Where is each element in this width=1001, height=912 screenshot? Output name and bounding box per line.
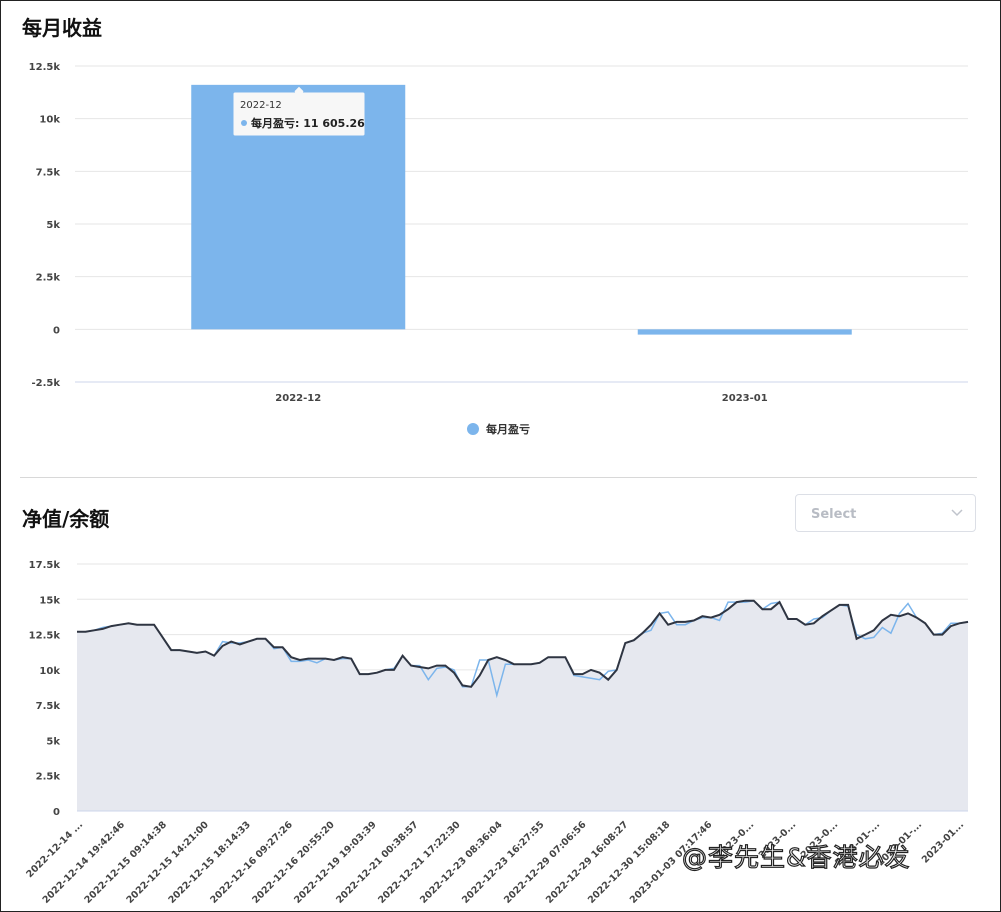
y-tick-label: 2.5k	[36, 772, 61, 783]
y-tick-label: 2.5k	[36, 273, 61, 284]
legend-marker	[467, 423, 479, 435]
x-tick-label: 2022-12-23 16:27:55	[460, 819, 547, 906]
tooltip-joint	[295, 91, 303, 94]
y-tick-label: 0	[53, 807, 60, 818]
account-select[interactable]: Select	[795, 494, 976, 532]
x-tick-label: 2022-12-29 07:06:56	[502, 819, 589, 906]
x-tick-label: 2022-12-16 09:27:26	[208, 819, 295, 906]
y-tick-label: 10k	[39, 115, 60, 126]
x-tick-label: 2022-12-14 19:42:46	[41, 819, 128, 906]
y-tick-label: 0	[53, 325, 60, 336]
section-divider	[20, 477, 977, 478]
y-tick-label: 5k	[46, 220, 60, 231]
monthly-profit-chart[interactable]: 12.5k 10k 7.5k 5k 2.5k 0 -2.5k 2022-12 2023-01 每月…	[0, 40, 1001, 450]
y-tick-label: 10k	[39, 666, 60, 677]
y-tick-label: -2.5k	[31, 378, 60, 389]
y-tick-label: 17.5k	[29, 560, 61, 571]
x-tick-label: 2022-12-15 14:21:00	[124, 819, 211, 906]
x-tick-label: 2022-12-29 16:08:27	[544, 819, 631, 906]
x-tick-label: 2022-12-30 15:08:18	[586, 819, 673, 906]
x-tick-label: 2022-12-23 08:36:04	[418, 819, 505, 906]
monthly-profit-title: 每月收益	[22, 16, 102, 40]
watermark-text: @李先生&香港必发	[681, 842, 911, 872]
x-tick-label: 2022-12-15 18:14:33	[166, 819, 253, 906]
y-tick-label: 12.5k	[29, 62, 61, 73]
y-tick-label: 7.5k	[36, 167, 61, 178]
bar	[637, 329, 852, 335]
tooltip-title: 2022-12	[240, 100, 282, 111]
x-tick-label: 2023-01	[722, 393, 768, 404]
select-placeholder: Select	[811, 507, 857, 522]
x-tick-label: 2022-12	[275, 393, 321, 404]
chevron-down-icon	[951, 509, 963, 517]
y-tick-label: 12.5k	[29, 631, 61, 642]
x-tick-label: 2022-12-19 19:03:39	[292, 819, 379, 906]
y-tick-label: 7.5k	[36, 701, 61, 712]
legend-label: 每月盈亏	[486, 422, 530, 436]
x-tick-label: 2023-01...	[920, 819, 966, 865]
y-tick-label: 5k	[46, 736, 60, 747]
tooltip-value: 每月盈亏: 11 605.26	[251, 116, 365, 130]
y-tick-label: 15k	[39, 595, 60, 606]
x-tick-label: 2022-12-21 00:38:57	[334, 819, 421, 906]
area-fill	[77, 600, 968, 811]
x-tick-label: 2022-12-16 20:55:20	[250, 819, 337, 906]
x-tick-label: 2022-12-21 17:22:30	[376, 819, 463, 906]
nav-balance-title: 净值/余额	[22, 507, 110, 531]
tooltip-marker	[241, 120, 247, 126]
x-tick-label: 2022-12-15 09:14:38	[83, 819, 170, 906]
